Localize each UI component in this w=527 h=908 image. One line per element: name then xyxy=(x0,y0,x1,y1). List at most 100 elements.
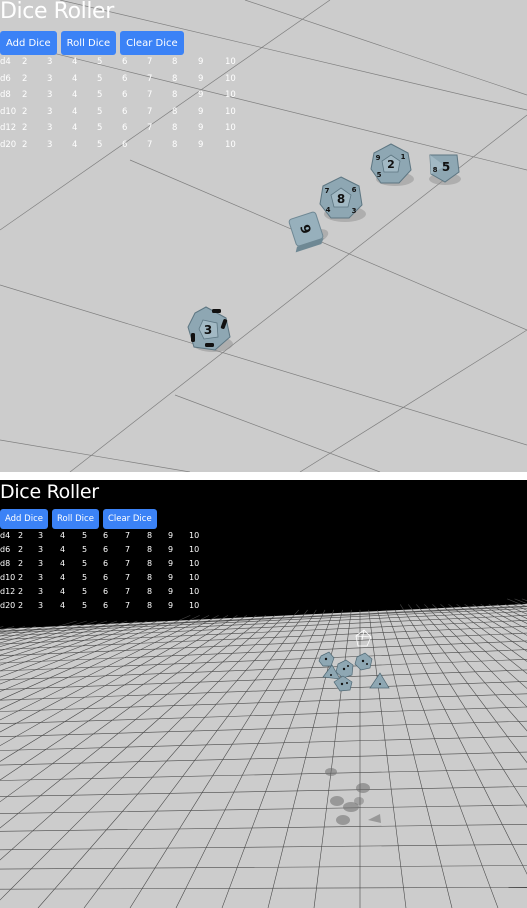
add-dice-button[interactable]: Add Dice xyxy=(0,509,48,529)
dice-count-option[interactable]: 4 xyxy=(60,531,65,540)
dice-count-option[interactable]: 7 xyxy=(147,107,152,117)
dice-count-option[interactable]: 6 xyxy=(122,140,127,150)
dice-count-option[interactable]: 5 xyxy=(82,531,87,540)
dice-count-option[interactable]: 4 xyxy=(72,107,77,117)
dice-count-option[interactable]: 9 xyxy=(168,573,173,582)
dice-count-option[interactable]: 2 xyxy=(22,123,27,133)
dice-count-option[interactable]: 2 xyxy=(22,74,27,84)
dice-count-option[interactable]: 10 xyxy=(189,573,199,582)
dice-count-option[interactable]: 2 xyxy=(18,559,23,568)
dice-count-option[interactable]: 5 xyxy=(97,107,102,117)
dice-count-option[interactable]: 3 xyxy=(47,90,52,100)
dice-count-option[interactable]: 5 xyxy=(82,601,87,610)
dice-count-option[interactable]: 9 xyxy=(198,107,203,117)
dice-count-option[interactable]: 8 xyxy=(147,587,152,596)
dice-count-option[interactable]: 8 xyxy=(147,531,152,540)
dice-count-option[interactable]: 9 xyxy=(198,140,203,150)
dice-count-option[interactable]: 3 xyxy=(47,123,52,133)
dice-count-option[interactable]: 3 xyxy=(47,140,52,150)
dice-count-option[interactable]: 7 xyxy=(125,545,130,554)
die-d6[interactable]: 9 xyxy=(286,210,331,253)
dice-count-option[interactable]: 10 xyxy=(225,107,236,117)
dice-count-option[interactable]: 10 xyxy=(189,559,199,568)
dice-count-option[interactable]: 5 xyxy=(82,573,87,582)
dice-count-option[interactable]: 3 xyxy=(38,545,43,554)
dice-count-option[interactable]: 3 xyxy=(38,587,43,596)
dice-count-option[interactable]: 8 xyxy=(147,559,152,568)
dice-count-option[interactable]: 7 xyxy=(147,123,152,133)
dice-count-option[interactable]: 3 xyxy=(47,57,52,67)
dice-count-option[interactable]: 6 xyxy=(103,559,108,568)
dice-count-option[interactable]: 9 xyxy=(198,90,203,100)
dice-count-option[interactable]: 5 xyxy=(97,140,102,150)
dice-count-option[interactable]: 7 xyxy=(125,601,130,610)
die-d10[interactable]: 3 xyxy=(187,306,233,352)
dice-count-option[interactable]: 2 xyxy=(22,90,27,100)
dice-count-option[interactable]: 10 xyxy=(189,587,199,596)
dice-count-option[interactable]: 9 xyxy=(198,74,203,84)
dice-viewport-top[interactable]: 9 8 6 4 3 7 2 9 1 5 5 8 3 Dice Roller Ad… xyxy=(0,0,527,472)
dice-count-option[interactable]: 10 xyxy=(225,57,236,67)
dice-count-option[interactable]: 10 xyxy=(225,90,236,100)
dice-count-option[interactable]: 8 xyxy=(172,140,177,150)
dice-count-option[interactable]: 6 xyxy=(103,573,108,582)
dice-count-option[interactable]: 8 xyxy=(147,601,152,610)
dice-count-option[interactable]: 10 xyxy=(225,74,236,84)
dice-count-option[interactable]: 3 xyxy=(47,107,52,117)
dice-count-option[interactable]: 8 xyxy=(172,123,177,133)
dice-count-option[interactable]: 6 xyxy=(122,90,127,100)
die-d12[interactable]: 2 9 1 5 xyxy=(370,143,414,186)
dice-count-option[interactable]: 2 xyxy=(22,57,27,67)
dice-count-option[interactable]: 7 xyxy=(147,140,152,150)
dice-count-option[interactable]: 4 xyxy=(72,74,77,84)
dice-count-option[interactable]: 4 xyxy=(72,123,77,133)
dice-count-option[interactable]: 10 xyxy=(225,140,236,150)
dice-count-option[interactable]: 6 xyxy=(122,57,127,67)
dice-count-option[interactable]: 10 xyxy=(189,545,199,554)
dice-count-option[interactable]: 5 xyxy=(82,559,87,568)
dice-count-option[interactable]: 5 xyxy=(82,587,87,596)
dice-count-option[interactable]: 5 xyxy=(97,90,102,100)
dice-count-option[interactable]: 4 xyxy=(60,587,65,596)
dice-count-option[interactable]: 9 xyxy=(168,559,173,568)
dice-count-option[interactable]: 9 xyxy=(168,601,173,610)
dice-count-option[interactable]: 5 xyxy=(97,123,102,133)
dice-count-option[interactable]: 9 xyxy=(168,531,173,540)
dice-count-option[interactable]: 4 xyxy=(60,559,65,568)
dice-count-option[interactable]: 6 xyxy=(103,587,108,596)
dice-count-option[interactable]: 10 xyxy=(189,531,199,540)
dice-count-option[interactable]: 5 xyxy=(97,57,102,67)
dice-count-option[interactable]: 8 xyxy=(147,545,152,554)
dice-count-option[interactable]: 7 xyxy=(147,74,152,84)
dice-count-option[interactable]: 7 xyxy=(125,559,130,568)
dice-count-option[interactable]: 8 xyxy=(147,573,152,582)
dice-count-option[interactable]: 9 xyxy=(168,545,173,554)
dice-count-option[interactable]: 4 xyxy=(72,140,77,150)
dice-count-option[interactable]: 6 xyxy=(103,531,108,540)
dice-count-option[interactable]: 2 xyxy=(18,601,23,610)
dice-count-option[interactable]: 2 xyxy=(22,107,27,117)
dice-count-option[interactable]: 7 xyxy=(147,90,152,100)
die-d12[interactable]: 8 6 4 3 7 xyxy=(319,176,366,222)
roll-dice-button[interactable]: Roll Dice xyxy=(60,31,117,55)
dice-count-option[interactable]: 7 xyxy=(125,531,130,540)
dice-count-option[interactable]: 7 xyxy=(125,587,130,596)
roll-dice-button[interactable]: Roll Dice xyxy=(51,509,99,529)
dice-count-option[interactable]: 8 xyxy=(172,107,177,117)
dice-count-option[interactable]: 6 xyxy=(122,74,127,84)
dice-count-option[interactable]: 3 xyxy=(38,601,43,610)
dice-count-option[interactable]: 10 xyxy=(189,601,199,610)
dice-count-option[interactable]: 4 xyxy=(72,57,77,67)
dice-count-option[interactable]: 8 xyxy=(172,74,177,84)
dice-count-option[interactable]: 2 xyxy=(18,573,23,582)
dice-count-option[interactable]: 4 xyxy=(60,601,65,610)
dice-count-option[interactable]: 8 xyxy=(172,57,177,67)
dice-count-option[interactable]: 6 xyxy=(122,107,127,117)
dice-count-option[interactable]: 3 xyxy=(38,531,43,540)
dice-count-option[interactable]: 7 xyxy=(125,573,130,582)
die-d8[interactable]: 5 8 xyxy=(429,154,461,185)
dice-count-option[interactable]: 3 xyxy=(38,559,43,568)
dice-count-option[interactable]: 5 xyxy=(97,74,102,84)
dice-count-option[interactable]: 4 xyxy=(72,90,77,100)
dice-count-option[interactable]: 7 xyxy=(147,57,152,67)
